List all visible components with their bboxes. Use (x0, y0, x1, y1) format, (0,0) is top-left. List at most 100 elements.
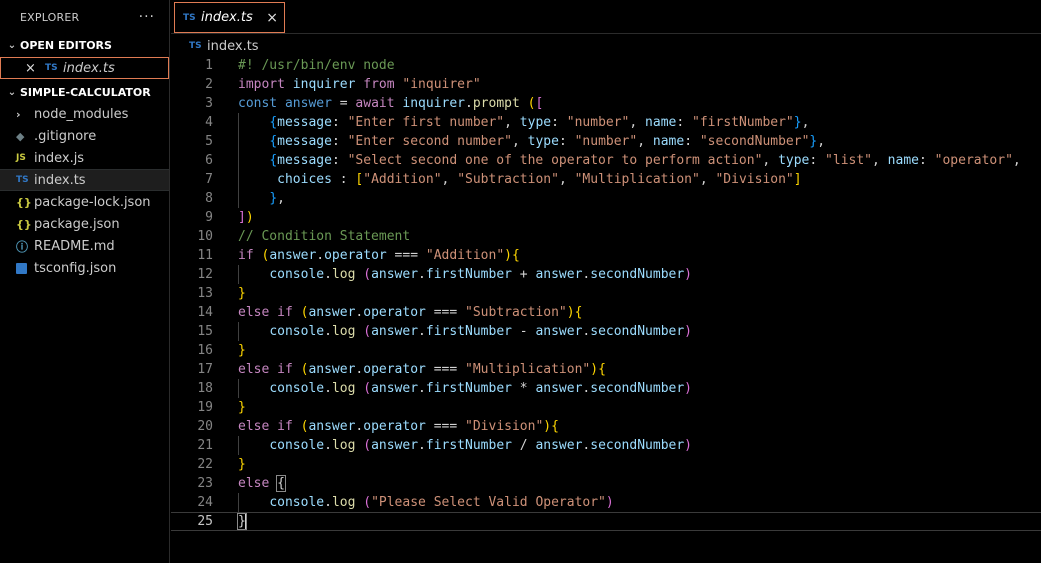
code-line[interactable]: 17 else if (answer.operator === "Multipli… (171, 360, 1041, 379)
code-text: console.log (answer.firstNumber - answer… (269, 324, 692, 339)
code-line[interactable]: 1 #! /usr/bin/env node (171, 56, 1041, 75)
line-number: 25 (197, 514, 213, 529)
ts-file-icon: TS (16, 175, 29, 185)
line-number: 14 (197, 305, 213, 320)
line-number: 20 (197, 419, 213, 434)
code-text: console.log (answer.firstNumber * answer… (269, 381, 692, 396)
tree-item-label: tsconfig.json (34, 260, 117, 276)
tree-item-gitignore[interactable]: ◆ .gitignore (0, 125, 169, 147)
ts-file-icon: TS (189, 41, 202, 51)
project-folder-header[interactable]: ⌄ SIMPLE-CALCULATOR (0, 81, 169, 103)
tree-item-readme[interactable]: ⓘ README.md (0, 235, 169, 257)
line-number: 22 (197, 457, 213, 472)
breadcrumb[interactable]: TS index.ts (171, 35, 1041, 57)
line-number: 16 (197, 343, 213, 358)
line-number: 4 (205, 115, 213, 130)
chevron-down-icon: ⌄ (7, 39, 17, 51)
tree-item-tsconfig[interactable]: tsconfig.json (0, 257, 169, 279)
tab-label: index.ts (201, 10, 253, 25)
code-line[interactable]: 8 }, (171, 189, 1041, 208)
code-line[interactable]: 9]) (171, 208, 1041, 227)
line-number: 17 (197, 362, 213, 377)
code-line[interactable]: 13} (171, 284, 1041, 303)
text-cursor (244, 514, 247, 529)
tree-item-package-lock-json[interactable]: {} package-lock.json (0, 191, 169, 213)
code-line[interactable]: 10 // Condition Statement (171, 227, 1041, 246)
code-line[interactable]: 16} (171, 341, 1041, 360)
code-text: {message: "Enter first number", type: "n… (269, 115, 810, 130)
line-number: 7 (205, 172, 213, 187)
code-line[interactable]: 25} (171, 512, 1041, 531)
git-file-icon: ◆ (16, 129, 25, 143)
code-editor[interactable]: 1 #! /usr/bin/env node 2 import inquirer fr… (171, 56, 1041, 563)
project-folder-title: SIMPLE-CALCULATOR (20, 85, 151, 99)
line-number: 6 (205, 153, 213, 168)
line-number: 23 (197, 476, 213, 491)
open-editors-title: OPEN EDITORS (20, 38, 112, 52)
code-line[interactable]: 14 else if (answer.operator === "Subtract… (171, 303, 1041, 322)
code-line[interactable]: 19} (171, 398, 1041, 417)
tree-item-label: README.md (34, 238, 115, 254)
code-text: console.log (answer.firstNumber / answer… (269, 438, 692, 453)
code-line[interactable]: 20 else if (answer.operator === "Division… (171, 417, 1041, 436)
code-line[interactable]: 22} (171, 455, 1041, 474)
code-text: } (238, 286, 246, 301)
code-text: choices : ["Addition", "Subtraction", "M… (277, 172, 802, 187)
code-line[interactable]: 6 {message: "Select second one of the op… (171, 151, 1041, 170)
code-text: } (238, 457, 246, 472)
tab-index-ts[interactable]: TS index.ts × (174, 2, 285, 33)
line-number: 5 (205, 134, 213, 149)
close-tab-icon[interactable]: × (266, 10, 278, 26)
code-line[interactable]: 18 console.log (answer.firstNumber * ans… (171, 379, 1041, 398)
code-line[interactable]: 23 else { (171, 474, 1041, 493)
tree-item-package-json[interactable]: {} package.json (0, 213, 169, 235)
code-text: #! /usr/bin/env node (238, 58, 395, 73)
code-text: } (238, 400, 246, 415)
code-line[interactable]: 24 console.log ("Please Select Valid Ope… (171, 493, 1041, 512)
open-editor-item-index-ts[interactable]: × TS index.ts (0, 57, 169, 79)
code-text: {message: "Select second one of the oper… (269, 153, 1021, 168)
tsconfig-icon (16, 262, 34, 274)
line-number: 8 (205, 191, 213, 206)
explorer-header: EXPLORER ··· (0, 0, 169, 34)
code-line[interactable]: 2 import inquirer from "inquirer" (171, 75, 1041, 94)
json-file-icon: {} (16, 195, 32, 209)
code-line[interactable]: 15 console.log (answer.firstNumber - ans… (171, 322, 1041, 341)
tree-item-label: .gitignore (34, 128, 97, 144)
explorer-sidebar: EXPLORER ··· ⌄ OPEN EDITORS × TS index.t… (0, 0, 170, 563)
line-number: 1 (205, 58, 213, 73)
line-number: 19 (197, 400, 213, 415)
code-text: console.log (answer.firstNumber + answer… (269, 267, 692, 282)
line-number: 18 (197, 381, 213, 396)
code-text: else { (238, 475, 286, 492)
code-text: const answer = await inquirer.prompt ([ (238, 96, 544, 111)
close-icon[interactable]: × (25, 61, 41, 76)
more-actions-icon[interactable]: ··· (139, 9, 155, 25)
code-text: } (237, 513, 247, 530)
chevron-down-icon: ⌄ (7, 86, 17, 98)
code-line[interactable]: 4 {message: "Enter first number", type: … (171, 113, 1041, 132)
line-number: 13 (197, 286, 213, 301)
code-text: else if (answer.operator === "Subtractio… (238, 305, 583, 320)
code-text: else if (answer.operator === "Division")… (238, 419, 559, 434)
code-line[interactable]: 21 console.log (answer.firstNumber / ans… (171, 436, 1041, 455)
tree-item-label: index.js (34, 150, 85, 166)
tree-item-node-modules[interactable]: › node_modules (0, 103, 169, 125)
tree-item-index-ts[interactable]: TS index.ts (0, 169, 169, 191)
chevron-right-icon: › (16, 107, 21, 121)
open-editors-section-header[interactable]: ⌄ OPEN EDITORS (0, 34, 169, 56)
code-text: } (238, 343, 246, 358)
tree-item-label: node_modules (34, 106, 129, 122)
code-line[interactable]: 7 choices : ["Addition", "Subtraction", … (171, 170, 1041, 189)
editor-tab-bar: TS index.ts × (171, 0, 1041, 34)
open-editor-label: index.ts (63, 60, 115, 76)
code-line[interactable]: 3 const answer = await inquirer.prompt ([ (171, 94, 1041, 113)
code-line[interactable]: 12 console.log (answer.firstNumber + ans… (171, 265, 1041, 284)
breadcrumb-file[interactable]: index.ts (207, 39, 259, 54)
code-text: if (answer.operator === "Addition"){ (238, 248, 520, 263)
code-line[interactable]: 5 {message: "Enter second number", type:… (171, 132, 1041, 151)
explorer-title: EXPLORER (20, 10, 80, 24)
code-text: {message: "Enter second number", type: "… (269, 134, 826, 149)
tree-item-index-js[interactable]: JS index.js (0, 147, 169, 169)
code-line[interactable]: 11 if (answer.operator === "Addition"){ (171, 246, 1041, 265)
